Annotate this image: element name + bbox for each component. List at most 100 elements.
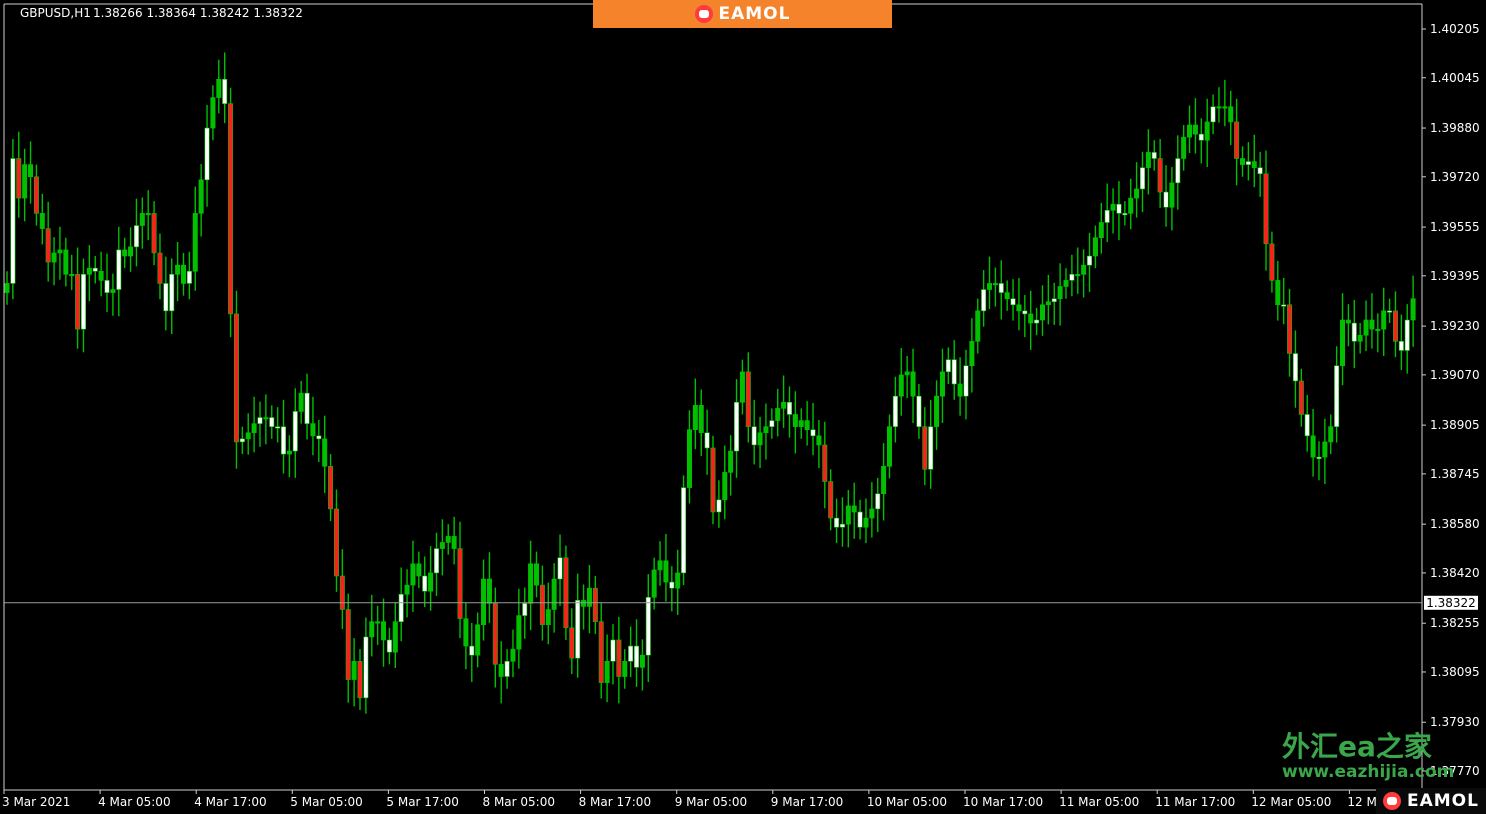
candle-body <box>1404 319 1410 351</box>
candle-body <box>716 499 722 513</box>
candle-body <box>663 560 669 583</box>
candle-body <box>92 267 98 272</box>
candle-body <box>75 274 81 330</box>
candle-body <box>275 426 281 429</box>
candle-body <box>886 426 892 467</box>
candle-body <box>1116 203 1122 214</box>
candle-body <box>116 249 122 290</box>
candle-body <box>86 267 92 275</box>
candle-body <box>1398 341 1404 351</box>
candle-body <box>333 508 339 577</box>
candle-body <box>1163 191 1169 208</box>
candle-body <box>1328 426 1334 443</box>
candle-body <box>904 371 910 376</box>
candle-body <box>392 621 398 653</box>
candle-body <box>1192 124 1198 135</box>
candle-body <box>504 660 510 677</box>
candle-body <box>510 648 516 662</box>
brand-banner-bottom[interactable]: EAMOL <box>1376 788 1486 814</box>
candle-body <box>1016 304 1022 312</box>
candle-body <box>628 645 634 662</box>
candle-body <box>1392 310 1398 342</box>
time-tick-label: 3 Mar 2021 <box>2 795 70 809</box>
candle-body <box>1298 380 1304 415</box>
candle-body <box>563 557 569 629</box>
candle-body <box>133 225 139 248</box>
candle-body <box>828 481 834 519</box>
candle-body <box>1198 133 1204 141</box>
candle-body <box>822 444 828 482</box>
price-chart[interactable]: 1.40205 1.40045 1.39880 1.39720 1.39555 1.393… <box>0 0 1486 814</box>
candle-body <box>228 103 234 315</box>
candle-body <box>1175 158 1181 184</box>
candle-body <box>351 660 357 680</box>
candle-body <box>551 578 557 610</box>
candle-body <box>1387 310 1393 313</box>
candle-body <box>569 627 575 659</box>
candle-body <box>1263 173 1269 245</box>
candle-body <box>863 517 869 528</box>
candle-body <box>763 426 769 434</box>
candle-body <box>1240 158 1246 165</box>
candle-body <box>328 465 334 510</box>
price-tick-label: 1.39070 <box>1430 368 1480 382</box>
candle-body <box>598 621 604 683</box>
price-tick-label: 1.40205 <box>1430 22 1480 36</box>
candle-body <box>357 660 363 699</box>
candle-body <box>1169 182 1175 208</box>
time-tick-label: 10 Mar 05:00 <box>867 795 947 809</box>
time-tick-label: 12 Mar 05:00 <box>1251 795 1331 809</box>
candle-body <box>592 587 598 622</box>
candle-body <box>457 548 463 619</box>
candle-body <box>581 600 587 607</box>
candle-body <box>292 411 298 452</box>
candle-body <box>28 164 34 178</box>
candle-body <box>1134 188 1140 199</box>
candle-body <box>1092 237 1098 257</box>
candle-body <box>616 639 622 677</box>
candle-body <box>1010 298 1016 306</box>
candle-body <box>804 420 810 431</box>
candle-body <box>145 213 151 216</box>
candle-body <box>981 289 987 312</box>
time-tick-label: 5 Mar 05:00 <box>290 795 363 809</box>
candle-body <box>892 395 898 427</box>
candle-body <box>251 423 257 434</box>
candle-body <box>398 593 404 622</box>
candle-body <box>1104 210 1110 223</box>
candle-body <box>1410 298 1416 321</box>
candle-body <box>1045 301 1051 306</box>
candle-body <box>1375 328 1381 331</box>
candle-body <box>834 517 840 528</box>
candle-body <box>98 270 104 281</box>
candle-body <box>869 508 875 519</box>
candle-body <box>963 365 969 397</box>
candle-body <box>1187 124 1193 138</box>
candle-body <box>433 548 439 574</box>
price-tick-label: 1.39230 <box>1430 319 1480 333</box>
candle-body <box>245 432 251 440</box>
candle-body <box>110 289 116 293</box>
candle-body <box>992 283 998 286</box>
candle-body <box>1381 310 1387 330</box>
candle-body <box>639 654 645 668</box>
time-tick-label: 4 Mar 17:00 <box>194 795 267 809</box>
price-tick-label: 1.37930 <box>1430 715 1480 729</box>
candle-body <box>175 264 181 275</box>
candle-body <box>786 401 792 415</box>
candle-body <box>1234 121 1240 159</box>
candle-body <box>1357 334 1363 342</box>
time-tick-label: 9 Mar 17:00 <box>771 795 844 809</box>
candle-body <box>1122 213 1128 216</box>
candle-body <box>881 465 887 495</box>
candle-body <box>198 179 204 214</box>
brand-banner-top[interactable]: EAMOL <box>593 0 892 28</box>
candle-body <box>798 420 804 427</box>
candle-body <box>475 624 481 656</box>
price-tick-label: 1.40045 <box>1430 71 1480 85</box>
candle-body <box>557 557 563 580</box>
candle-body <box>1281 304 1287 307</box>
brand-logo-icon <box>1383 792 1401 810</box>
brand-logo-icon <box>694 5 713 23</box>
candle-body <box>1110 203 1116 211</box>
